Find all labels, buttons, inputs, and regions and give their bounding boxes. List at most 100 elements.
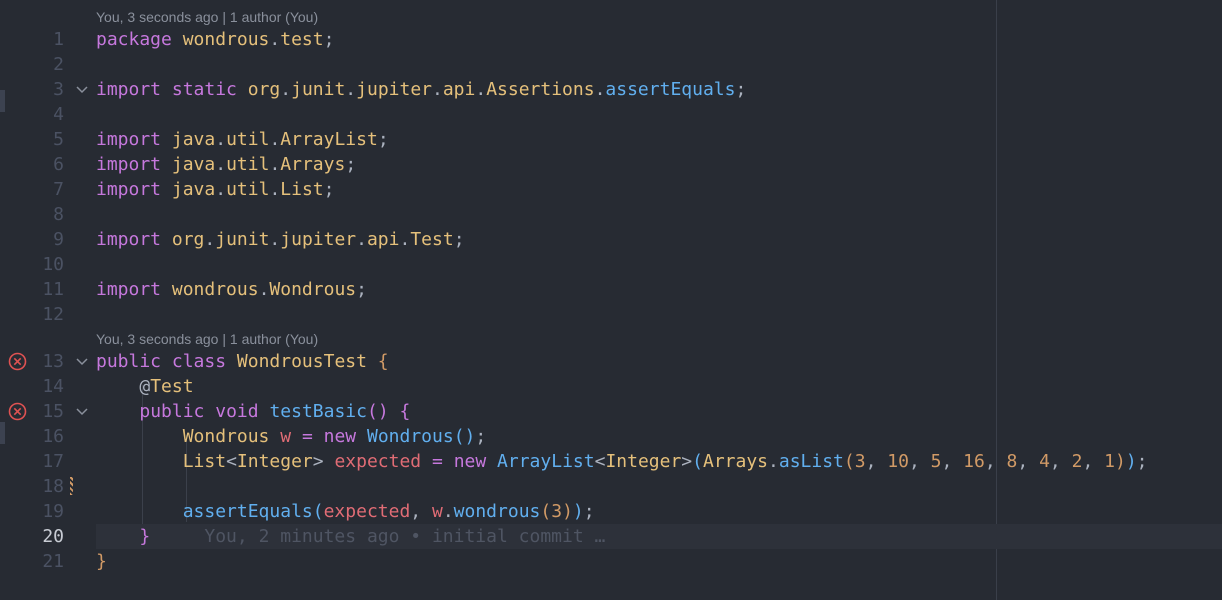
code-token: ; bbox=[377, 129, 389, 150]
code-line[interactable]: 4 bbox=[0, 102, 1222, 127]
line-number: 15 bbox=[42, 401, 64, 422]
code-line[interactable]: 5 import java.util.ArrayList; bbox=[0, 127, 1222, 152]
line-number: 10 bbox=[42, 254, 64, 275]
code-token: . bbox=[269, 154, 281, 175]
code-token: import bbox=[96, 179, 162, 200]
code-line[interactable]: 1 package wondrous.test; bbox=[0, 27, 1222, 52]
code-line[interactable]: 13 public class WondrousTest { bbox=[0, 349, 1222, 374]
code-token: . bbox=[269, 129, 281, 150]
chevron-down-icon[interactable] bbox=[75, 357, 89, 367]
code-token: . bbox=[204, 229, 216, 250]
code-line[interactable]: 11 import wondrous.Wondrous; bbox=[0, 277, 1222, 302]
code-token: import bbox=[96, 154, 162, 175]
line-number: 18 bbox=[42, 476, 64, 497]
code-token: w bbox=[431, 501, 443, 522]
code-token: ArrayList bbox=[497, 451, 595, 472]
code-lens-blame[interactable]: You, 3 seconds ago | 1 author (You) bbox=[96, 330, 318, 348]
code-token: 2 bbox=[1071, 451, 1083, 472]
code-token: ) bbox=[562, 501, 573, 522]
code-token: ; bbox=[345, 154, 357, 175]
modified-line-marker bbox=[70, 477, 73, 495]
code-token: ; bbox=[735, 79, 747, 100]
code-token: Test bbox=[150, 376, 194, 397]
code-token: public bbox=[139, 401, 205, 422]
line-number: 6 bbox=[53, 154, 64, 175]
code-text: } You, 2 minutes ago • initial commit … bbox=[96, 524, 605, 549]
code-token: > bbox=[681, 451, 693, 472]
code-token: < bbox=[594, 451, 606, 472]
code-line[interactable]: 3 import static org.junit.jupiter.api.Ass… bbox=[0, 77, 1222, 102]
chevron-down-icon[interactable] bbox=[75, 85, 89, 95]
chevron-down-icon[interactable] bbox=[75, 407, 89, 417]
code-line[interactable]: 2 bbox=[0, 52, 1222, 77]
code-token: > bbox=[312, 451, 335, 472]
code-line[interactable]: 20 } You, 2 minutes ago • initial commit… bbox=[0, 524, 1222, 549]
code-token: ) bbox=[572, 501, 584, 522]
code-line[interactable]: 6 import java.util.Arrays; bbox=[0, 152, 1222, 177]
code-line[interactable]: 17 List<Integer> expected = new ArrayLis… bbox=[0, 449, 1222, 474]
code-text: List<Integer> expected = new ArrayList<I… bbox=[96, 449, 1148, 474]
code-token: assertEquals bbox=[182, 501, 313, 522]
line-number: 1 bbox=[53, 29, 64, 50]
code-lens-blame[interactable]: You, 3 seconds ago | 1 author (You) bbox=[96, 8, 318, 26]
code-token: api bbox=[366, 229, 400, 250]
code-line[interactable]: 10 bbox=[0, 252, 1222, 277]
code-token: Test bbox=[410, 229, 454, 250]
code-line[interactable]: 15 public void testBasic() { bbox=[0, 399, 1222, 424]
code-text: import java.util.Arrays; bbox=[96, 152, 356, 177]
code-line[interactable]: 18 bbox=[0, 474, 1222, 499]
code-line[interactable]: 14 @Test bbox=[0, 374, 1222, 399]
code-token: . bbox=[345, 79, 357, 100]
code-token: , bbox=[908, 451, 931, 472]
code-token: junit bbox=[291, 79, 346, 100]
code-token: ; bbox=[583, 501, 595, 522]
code-line[interactable]: 9 import org.junit.jupiter.api.Test; bbox=[0, 227, 1222, 252]
code-token: , bbox=[1049, 451, 1072, 472]
line-number: 16 bbox=[42, 426, 64, 447]
code-token: new bbox=[323, 426, 357, 447]
code-token: . bbox=[594, 79, 606, 100]
code-token: ArrayList bbox=[280, 129, 378, 150]
line-number: 3 bbox=[53, 79, 64, 100]
code-token: < bbox=[226, 451, 237, 472]
code-line[interactable]: 12 bbox=[0, 302, 1222, 327]
code-line[interactable]: 19 assertEquals(expected, w.wondrous(3))… bbox=[0, 499, 1222, 524]
code-token: . bbox=[215, 129, 227, 150]
code-token: Arrays bbox=[280, 154, 346, 175]
code-token: new bbox=[453, 451, 487, 472]
code-token: expected bbox=[323, 501, 411, 522]
code-token: . bbox=[258, 279, 270, 300]
code-line[interactable]: 8 bbox=[0, 202, 1222, 227]
code-token: util bbox=[226, 179, 270, 200]
code-text: @Test bbox=[96, 374, 194, 399]
code-editor[interactable]: You, 3 seconds ago | 1 author (You) You,… bbox=[0, 0, 1222, 600]
code-token: . bbox=[356, 229, 367, 250]
code-token: } bbox=[139, 526, 151, 547]
code-token: 8 bbox=[1006, 451, 1018, 472]
code-token: List bbox=[182, 451, 227, 472]
code-token: , bbox=[410, 501, 432, 522]
code-line[interactable]: 16 Wondrous w = new Wondrous(); bbox=[0, 424, 1222, 449]
code-line[interactable]: 7 import java.util.List; bbox=[0, 177, 1222, 202]
line-number: 5 bbox=[53, 129, 64, 150]
code-token: class bbox=[171, 351, 227, 372]
code-token: import bbox=[96, 79, 162, 100]
code-token: import bbox=[96, 129, 162, 150]
code-line[interactable]: 21} bbox=[0, 549, 1222, 574]
code-token: ( bbox=[692, 451, 703, 472]
line-number: 19 bbox=[42, 501, 64, 522]
